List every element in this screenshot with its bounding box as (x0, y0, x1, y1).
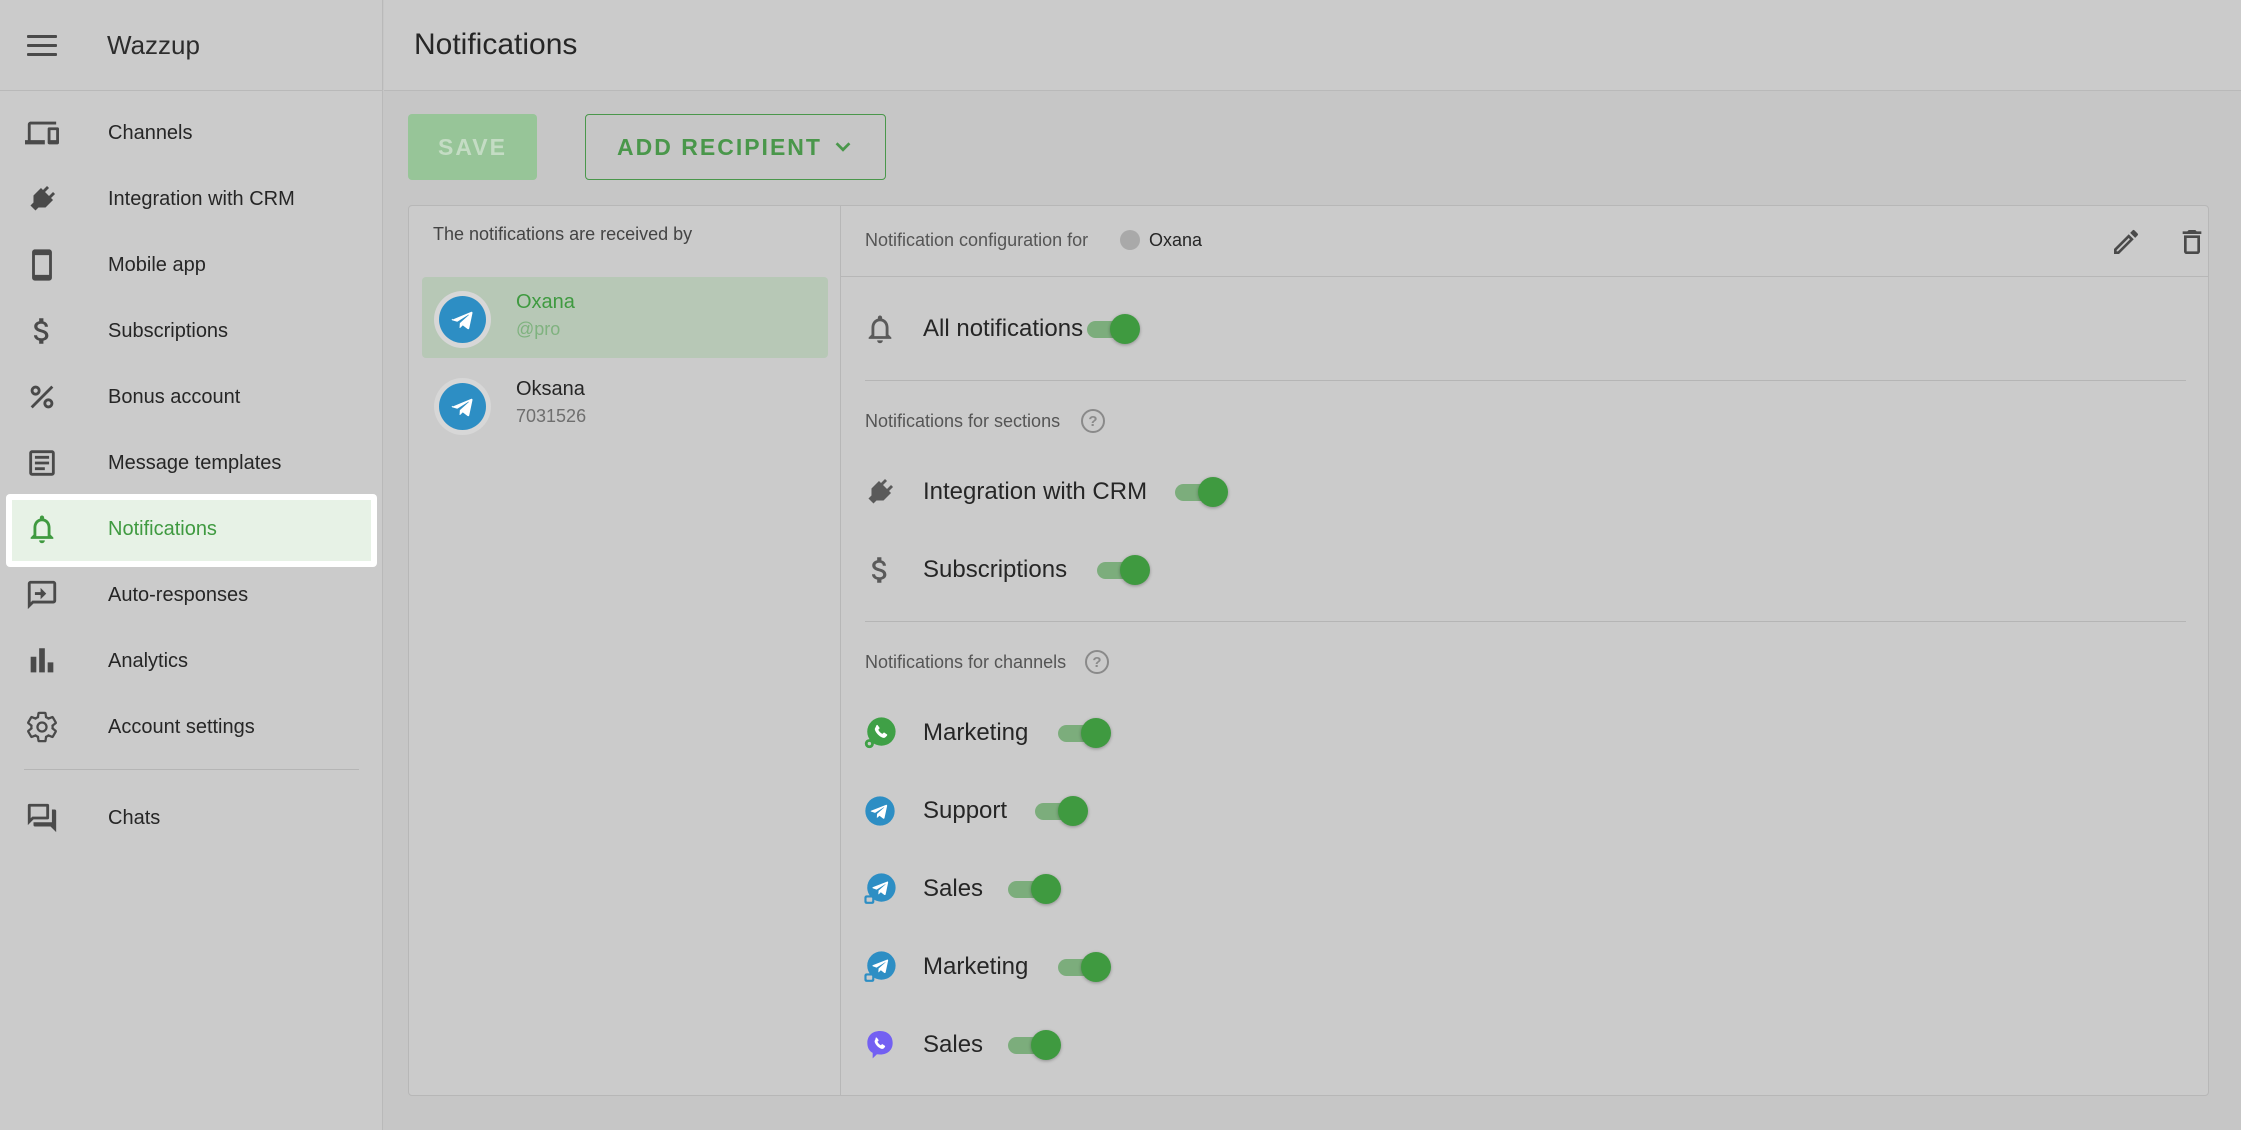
channel-toggle[interactable] (1054, 716, 1114, 750)
sidebar-item-label: Analytics (108, 649, 189, 672)
channel-label: Support (923, 797, 1008, 824)
sidebar-item-chats[interactable]: Chats (0, 785, 383, 851)
channel-label: Sales (923, 875, 984, 902)
recipient-item[interactable]: Oxana @pro (422, 277, 828, 358)
sidebar-item-message-templates[interactable]: Message templates (0, 430, 383, 496)
sidebar-item-label: Auto-responses (108, 583, 249, 606)
sidebar-item-label: Subscriptions (108, 319, 229, 342)
notifications-card: The notifications are received by Oxana … (408, 205, 2209, 1096)
sidebar-item-label: Channels (108, 121, 193, 144)
sidebar-item-label: Notifications (108, 517, 217, 540)
channel-toggle[interactable] (1004, 872, 1064, 906)
sidebar-item-label: Mobile app (108, 253, 206, 276)
recipient-name: Oksana (516, 378, 585, 400)
chevron-down-icon (835, 142, 851, 152)
plug-icon (863, 475, 897, 509)
dollar-icon (863, 553, 897, 587)
user-avatar-icon (1120, 230, 1140, 250)
viber-icon (863, 1028, 897, 1062)
sidebar-item-bonus-account[interactable]: Bonus account (0, 364, 383, 430)
sidebar-item-label: Bonus account (108, 385, 241, 408)
sidebar-item-integration[interactable]: Integration with CRM (0, 166, 383, 232)
sidebar-item-label: Account settings (108, 715, 255, 738)
sections-title: Notifications for sections (865, 411, 1061, 431)
divider (865, 621, 2186, 622)
recipient-name: Oxana (516, 291, 575, 313)
recipients-title: The notifications are received by (433, 224, 693, 244)
recipient-handle: @pro (516, 319, 561, 339)
sidebar-item-subscriptions[interactable]: Subscriptions (0, 298, 383, 364)
sidebar: Wazzup Channels Integration with CRM Mob… (0, 0, 383, 1130)
save-button[interactable]: SAVE (408, 114, 537, 180)
sidebar-item-auto-responses[interactable]: Auto-responses (0, 562, 383, 628)
config-user-name: Oxana (1149, 230, 1203, 250)
config-header: Notification configuration for Oxana (841, 206, 2209, 277)
sidebar-item-notifications[interactable]: Notifications (0, 496, 383, 562)
recipients-panel: The notifications are received by Oxana … (409, 206, 841, 1095)
whatsapp-business-icon (863, 716, 897, 750)
recipient-handle: 7031526 (516, 406, 587, 426)
telegram-personal-icon (863, 872, 897, 906)
channels-title: Notifications for channels (865, 652, 1067, 672)
chats-icon (24, 800, 60, 836)
telegram-icon (863, 794, 897, 828)
all-notifications-toggle[interactable] (1083, 312, 1143, 346)
section-toggle-subscriptions[interactable] (1093, 553, 1153, 587)
page-title: Notifications (414, 28, 578, 61)
sidebar-item-account-settings[interactable]: Account settings (0, 694, 383, 760)
channel-toggle[interactable] (1054, 950, 1114, 984)
menu-icon[interactable] (27, 34, 57, 56)
add-recipient-label: ADD RECIPIENT (617, 133, 822, 160)
channel-label: Sales (923, 1031, 984, 1058)
section-label: Integration with CRM (923, 478, 1148, 505)
gear-icon (24, 709, 60, 745)
telegram-personal-icon (863, 950, 897, 984)
sidebar-item-label: Chats (108, 806, 161, 829)
telegram-icon (434, 378, 491, 435)
bell-icon (24, 511, 60, 547)
sidebar-item-analytics[interactable]: Analytics (0, 628, 383, 694)
config-label: Notification configuration for (865, 230, 1089, 250)
edit-icon[interactable] (2108, 224, 2144, 260)
devices-icon (24, 115, 60, 151)
sidebar-item-label: Message templates (108, 451, 282, 474)
sidebar-item-channels[interactable]: Channels (0, 100, 383, 166)
sidebar-item-mobile-app[interactable]: Mobile app (0, 232, 383, 298)
channel-toggle[interactable] (1031, 794, 1091, 828)
dollar-icon (24, 313, 60, 349)
sidebar-divider (24, 769, 359, 770)
phone-icon (24, 247, 60, 283)
help-icon[interactable]: ? (1085, 650, 1109, 674)
channel-label: Marketing (923, 719, 1029, 746)
section-toggle-integration[interactable] (1171, 475, 1231, 509)
add-recipient-button[interactable]: ADD RECIPIENT (585, 114, 886, 180)
all-notifications-label: All notifications (923, 315, 1084, 342)
recipient-item[interactable]: Oksana 7031526 (422, 364, 828, 445)
sidebar-header: Wazzup (0, 0, 382, 91)
section-label: Subscriptions (923, 556, 1068, 583)
channel-toggle[interactable] (1004, 1028, 1064, 1062)
top-bar: Notifications (384, 0, 2241, 91)
brand-name: Wazzup (107, 29, 200, 60)
telegram-icon (434, 291, 491, 348)
help-icon[interactable]: ? (1081, 409, 1105, 433)
percent-icon (24, 379, 60, 415)
delete-icon[interactable] (2174, 224, 2210, 260)
channel-label: Marketing (923, 953, 1029, 980)
template-icon (24, 445, 60, 481)
bell-icon (863, 312, 897, 346)
plug-icon (24, 181, 60, 217)
auto-response-icon (24, 577, 60, 613)
bar-chart-icon (24, 643, 60, 679)
divider (865, 380, 2186, 381)
sidebar-item-label: Integration with CRM (108, 187, 295, 210)
